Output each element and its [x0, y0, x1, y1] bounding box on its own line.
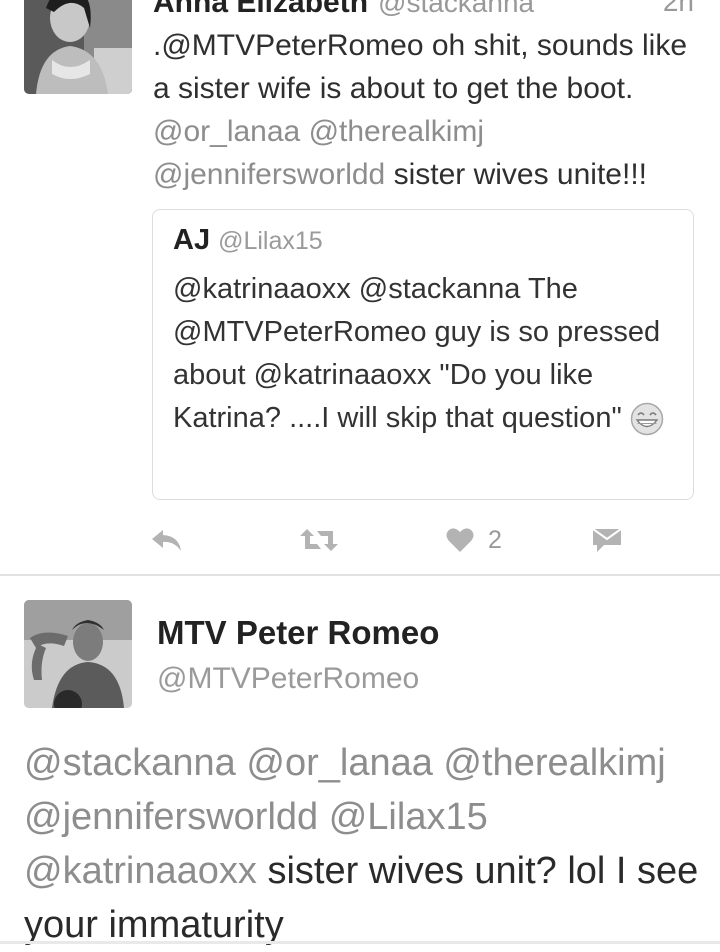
avatar-anna[interactable] [24, 0, 132, 94]
quoted-tweet-body: @katrinaaoxx @stackanna The @MTVPeterRom… [173, 273, 661, 434]
author-handle[interactable]: @stackanna [378, 0, 534, 18]
heart-icon [446, 528, 474, 552]
tweet-text: .@MTVPeterRomeo oh shit, sounds like a s… [153, 24, 703, 196]
mention-link[interactable]: @or_lanaa [246, 742, 432, 784]
author-name[interactable]: Anna Elizabeth [153, 0, 368, 19]
tweet-text-segment: sister wives unite!!! [385, 158, 647, 191]
tweet-anna-elizabeth[interactable]: Anna Elizabeth @stackanna 2h .@MTVPeterRo… [0, 0, 720, 574]
tweet-text: @stackanna @or_lanaa @therealkimj @jenni… [24, 736, 704, 952]
tweet-text-segment [433, 742, 444, 784]
retweet-button[interactable] [299, 520, 339, 560]
retweet-icon [300, 529, 338, 551]
tweet-text-segment: .@MTVPeterRomeo [153, 29, 424, 62]
quoted-tweet[interactable]: AJ @Lilax15 @katrinaaoxx @stackanna The @… [152, 209, 694, 500]
reply-button[interactable] [150, 520, 184, 560]
mention-link[interactable]: @jennifersworldd [24, 796, 318, 838]
mention-link[interactable]: @therealkimj [443, 742, 665, 784]
author-handle[interactable]: @MTVPeterRomeo [157, 662, 419, 696]
message-icon [592, 528, 622, 552]
reply-icon [152, 530, 181, 551]
like-button[interactable]: 2 [446, 520, 502, 560]
tweet-text-segment [300, 115, 308, 148]
grinning-face-icon [630, 402, 664, 436]
quoted-author-name: AJ [173, 224, 211, 256]
mention-link[interactable]: @jennifersworldd [153, 158, 385, 191]
mention-link[interactable]: @stackanna [24, 742, 236, 784]
mention-link[interactable]: @Lilax15 [329, 796, 488, 838]
tweet1-header: Anna Elizabeth @stackanna [153, 0, 534, 19]
like-count: 2 [488, 525, 502, 554]
author-name[interactable]: MTV Peter Romeo [157, 614, 439, 652]
tweet-text-segment [236, 742, 247, 784]
tweet-timestamp: 2h [662, 0, 694, 17]
tweet-text-segment [318, 796, 329, 838]
mention-link[interactable]: @or_lanaa [153, 115, 300, 148]
tweet-actions: 2 [0, 520, 720, 560]
quoted-tweet-text: @katrinaaoxx @stackanna The @MTVPeterRom… [173, 268, 673, 440]
mention-link[interactable]: @therealkimj [309, 115, 485, 148]
tweet-mtv-peter-romeo[interactable]: MTV Peter Romeo @MTVPeterRomeo @stackann… [0, 576, 720, 946]
quoted-author-handle: @Lilax15 [218, 227, 323, 255]
mention-link[interactable]: @katrinaaoxx [24, 850, 257, 892]
direct-message-button[interactable] [592, 520, 622, 560]
quoted-tweet-header: AJ @Lilax15 [173, 224, 323, 257]
avatar-peter[interactable] [24, 600, 132, 708]
